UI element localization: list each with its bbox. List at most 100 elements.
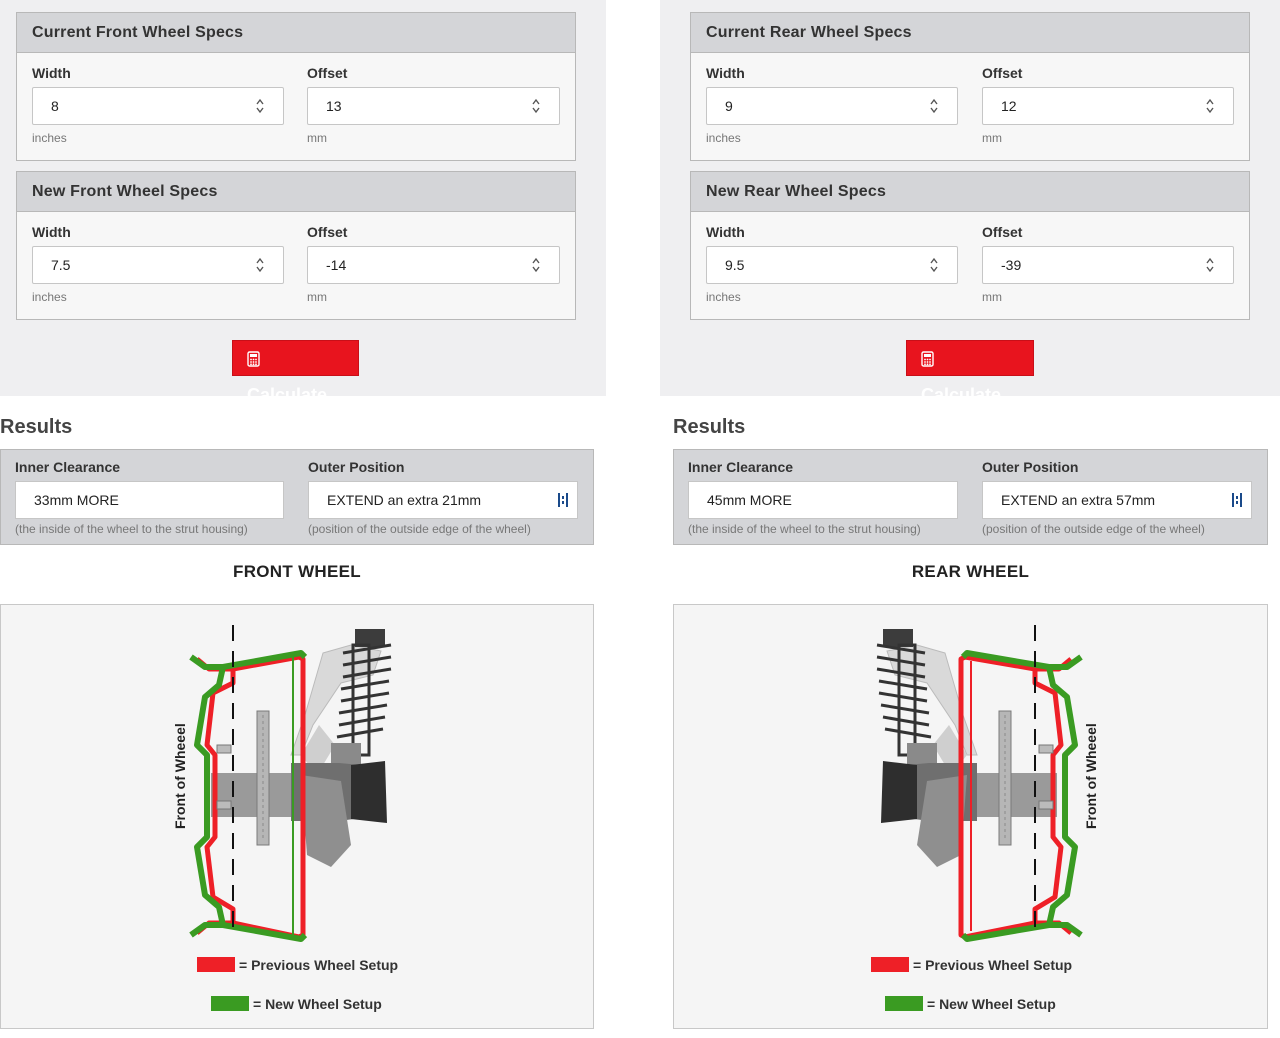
current-rear-offset-field: Offset 12 mm bbox=[982, 65, 1234, 155]
panel-title: Current Front Wheel Specs bbox=[17, 13, 575, 53]
input-value: 8 bbox=[51, 98, 59, 114]
front-results-panel: Inner Clearance 33mm MORE (the inside of… bbox=[0, 449, 594, 545]
spinner-arrows-icon[interactable] bbox=[255, 256, 265, 274]
outer-position-note: (position of the outside edge of the whe… bbox=[982, 522, 1205, 536]
new-rear-offset-input[interactable]: -39 bbox=[982, 246, 1234, 284]
inner-clearance-label: Inner Clearance bbox=[15, 459, 121, 475]
rear-wheel-diagram: Front of Wheeel = Previous Wheel Setup =… bbox=[673, 604, 1268, 1029]
legend-new: = New Wheel Setup bbox=[211, 996, 382, 1012]
outer-position-value: EXTEND an extra 21mm bbox=[327, 492, 482, 508]
new-front-offset-input[interactable]: -14 bbox=[307, 246, 560, 284]
form-autofill-icon[interactable] bbox=[1231, 492, 1243, 508]
field-label: Width bbox=[32, 65, 71, 81]
front-calculate-button[interactable]: Calculate bbox=[232, 340, 359, 405]
rear-inner-clearance-output: 45mm MORE bbox=[688, 481, 958, 519]
current-rear-offset-input[interactable]: 12 bbox=[982, 87, 1234, 125]
field-label: Width bbox=[706, 224, 745, 240]
field-unit: mm bbox=[982, 131, 1002, 145]
current-front-offset-input[interactable]: 13 bbox=[307, 87, 560, 125]
input-value: 12 bbox=[1001, 98, 1017, 114]
rear-wheel-title: REAR WHEEL bbox=[911, 562, 1030, 581]
legend-new-label: = New Wheel Setup bbox=[927, 996, 1056, 1012]
current-front-width-field: Width 8 inches bbox=[32, 65, 284, 155]
spinner-arrows-icon[interactable] bbox=[929, 256, 939, 274]
legend-previous-label: = Previous Wheel Setup bbox=[913, 957, 1073, 973]
current-front-specs-panel: Current Front Wheel Specs Width 8 inches… bbox=[16, 12, 576, 161]
front-inner-clearance-output: 33mm MORE bbox=[15, 481, 284, 519]
input-value: 13 bbox=[326, 98, 342, 114]
field-unit: inches bbox=[706, 290, 741, 304]
new-front-width-input[interactable]: 7.5 bbox=[32, 246, 284, 284]
field-unit: mm bbox=[307, 131, 327, 145]
panel-title: New Rear Wheel Specs bbox=[691, 172, 1249, 212]
field-label: Offset bbox=[307, 224, 348, 240]
current-front-offset-field: Offset 13 mm bbox=[307, 65, 560, 155]
front-wheel-diagram: Front of Wheeel = Previous Wheel Setup =… bbox=[0, 604, 594, 1029]
front-outer-position-output: EXTEND an extra 21mm bbox=[308, 481, 578, 519]
field-unit: mm bbox=[982, 290, 1002, 304]
legend-swatch-green bbox=[211, 996, 249, 1011]
rear-outer-position-output: EXTEND an extra 57mm bbox=[982, 481, 1252, 519]
front-of-wheel-label: Front of Wheeel bbox=[172, 723, 188, 829]
field-label: Offset bbox=[982, 65, 1023, 81]
calculator-icon bbox=[247, 351, 260, 367]
input-value: 9 bbox=[725, 98, 733, 114]
inner-clearance-note: (the inside of the wheel to the strut ho… bbox=[15, 522, 248, 536]
front-wheel-column: Current Front Wheel Specs Width 8 inches… bbox=[0, 0, 606, 1038]
current-rear-specs-panel: Current Rear Wheel Specs Width 9 inches … bbox=[690, 12, 1250, 161]
input-value: 7.5 bbox=[51, 257, 71, 273]
legend-swatch-red bbox=[197, 957, 235, 972]
rear-results-panel: Inner Clearance 45mm MORE (the inside of… bbox=[673, 449, 1268, 545]
spinner-arrows-icon[interactable] bbox=[531, 256, 541, 274]
new-rear-offset-field: Offset -39 mm bbox=[982, 224, 1234, 314]
field-label: Offset bbox=[307, 65, 348, 81]
spinner-arrows-icon[interactable] bbox=[1205, 97, 1215, 115]
input-value: -14 bbox=[326, 257, 347, 273]
input-value: -39 bbox=[1001, 257, 1022, 273]
spinner-arrows-icon[interactable] bbox=[929, 97, 939, 115]
field-label: Width bbox=[706, 65, 745, 81]
current-rear-width-input[interactable]: 9 bbox=[706, 87, 958, 125]
calculator-icon bbox=[921, 351, 934, 367]
form-autofill-icon[interactable] bbox=[557, 492, 569, 508]
current-front-width-input[interactable]: 8 bbox=[32, 87, 284, 125]
new-rear-width-input[interactable]: 9.5 bbox=[706, 246, 958, 284]
legend-new: = New Wheel Setup bbox=[885, 996, 1056, 1012]
field-unit: inches bbox=[706, 131, 741, 145]
calculate-label: Calculate bbox=[921, 385, 1002, 405]
field-unit: inches bbox=[32, 131, 67, 145]
rear-calculate-button[interactable]: Calculate bbox=[906, 340, 1034, 405]
rear-wheel-column: Current Rear Wheel Specs Width 9 inches … bbox=[660, 0, 1280, 1038]
new-front-specs-panel: New Front Wheel Specs Width 7.5 inches O… bbox=[16, 171, 576, 320]
new-front-width-field: Width 7.5 inches bbox=[32, 224, 284, 314]
spinner-arrows-icon[interactable] bbox=[255, 97, 265, 115]
field-unit: inches bbox=[32, 290, 67, 304]
calculate-label: Calculate bbox=[247, 385, 328, 405]
field-label: Width bbox=[32, 224, 71, 240]
outer-position-label: Outer Position bbox=[982, 459, 1079, 475]
legend-previous-label: = Previous Wheel Setup bbox=[239, 957, 399, 973]
legend-previous: = Previous Wheel Setup bbox=[871, 957, 1072, 973]
legend-previous: = Previous Wheel Setup bbox=[197, 957, 398, 973]
inner-clearance-label: Inner Clearance bbox=[688, 459, 794, 475]
legend-swatch-green bbox=[885, 996, 923, 1011]
panel-title: New Front Wheel Specs bbox=[17, 172, 575, 212]
outer-position-note: (position of the outside edge of the whe… bbox=[308, 522, 531, 536]
legend-new-label: = New Wheel Setup bbox=[253, 996, 382, 1012]
front-results-title: Results bbox=[0, 416, 73, 438]
field-label: Offset bbox=[982, 224, 1023, 240]
input-value: 9.5 bbox=[725, 257, 745, 273]
legend-swatch-red bbox=[871, 957, 909, 972]
new-rear-specs-panel: New Rear Wheel Specs Width 9.5 inches Of… bbox=[690, 171, 1250, 320]
field-unit: mm bbox=[307, 290, 327, 304]
panel-title: Current Rear Wheel Specs bbox=[691, 13, 1249, 53]
front-of-wheel-label: Front of Wheeel bbox=[1083, 723, 1099, 829]
rear-results-title: Results bbox=[673, 416, 746, 438]
spinner-arrows-icon[interactable] bbox=[531, 97, 541, 115]
inner-clearance-note: (the inside of the wheel to the strut ho… bbox=[688, 522, 921, 536]
outer-position-label: Outer Position bbox=[308, 459, 405, 475]
spinner-arrows-icon[interactable] bbox=[1205, 256, 1215, 274]
new-front-offset-field: Offset -14 mm bbox=[307, 224, 560, 314]
front-wheel-title: FRONT WHEEL bbox=[233, 562, 361, 581]
current-rear-width-field: Width 9 inches bbox=[706, 65, 958, 155]
